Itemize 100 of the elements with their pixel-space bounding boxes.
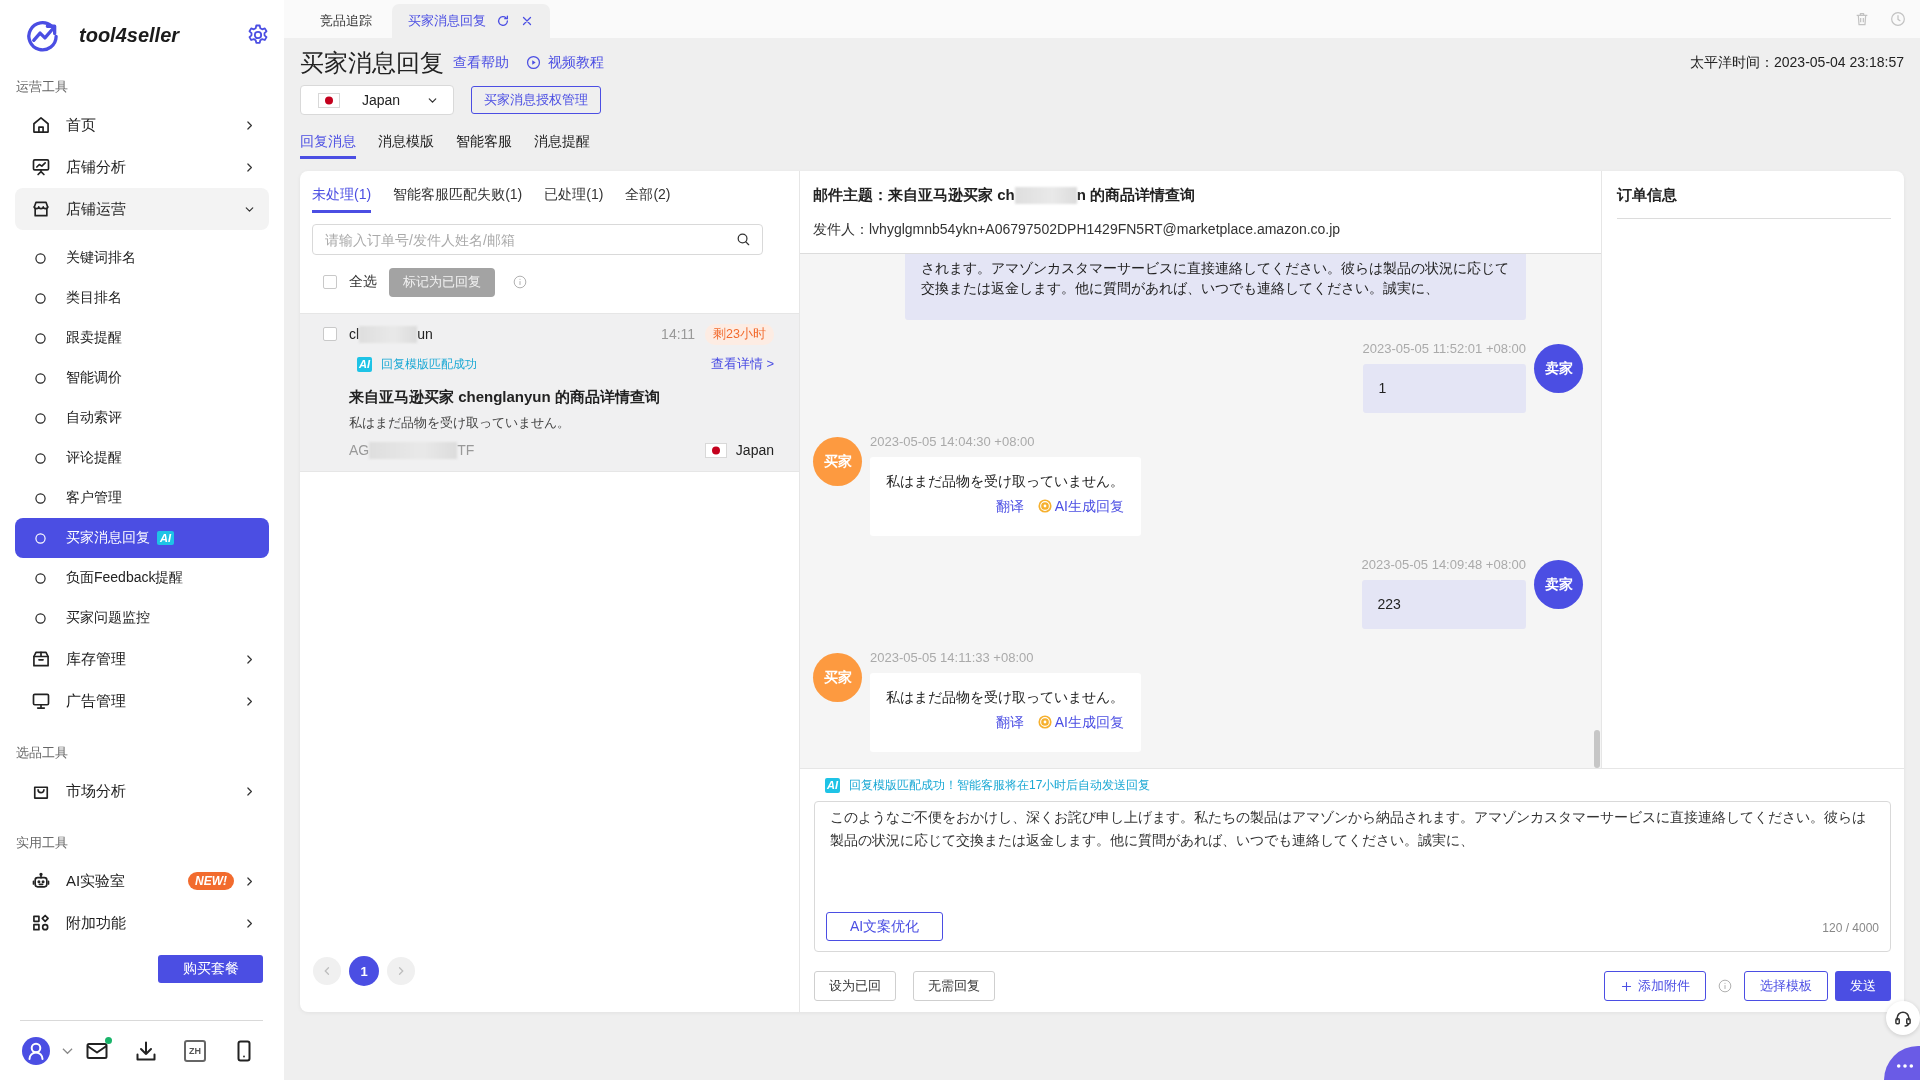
nav-subitem[interactable]: 买家消息回复 AI	[15, 518, 269, 558]
language-button[interactable]: ZH	[184, 1040, 206, 1062]
circle-bullet-icon	[35, 572, 46, 584]
tab[interactable]: 已处理(1)	[544, 179, 604, 213]
shapes-icon	[31, 913, 51, 933]
new-badge: NEW!	[188, 872, 234, 890]
tab[interactable]: 未处理(1)	[312, 179, 372, 213]
match-status: 回复模版匹配成功	[381, 355, 478, 373]
buyer-avatar: 买家	[813, 653, 862, 702]
message-list-item[interactable]: cl un 14:11 剩23小时 AI 回复模版匹配成功 查看详情 > 来自亚马逊买家 chenglanyun 的商品详情查询 私はまだ品物を受け取っていません。 AG TF Japan	[300, 314, 799, 472]
presentation-chart-icon	[31, 157, 51, 177]
store-icon	[31, 199, 51, 219]
send-button[interactable]: 发送	[1835, 971, 1891, 1001]
play-icon	[526, 55, 541, 70]
nav-subitem[interactable]: 自动索评	[15, 398, 269, 438]
tab[interactable]: 消息提醒	[534, 127, 590, 159]
nav-subitem[interactable]: 智能调价	[15, 358, 269, 398]
nav-item[interactable]: 店铺分析	[15, 146, 269, 188]
message-text: 私はまだ品物を受け取っていません。	[886, 472, 1124, 491]
country-select[interactable]: Japan	[300, 85, 454, 115]
user-avatar-icon[interactable]	[22, 1037, 50, 1065]
message-time: 2023-05-05 11:52:01 +08:00	[1362, 340, 1526, 358]
tab[interactable]: 智能客服	[456, 127, 512, 159]
page-number-button[interactable]: 1	[349, 956, 379, 986]
message-time: 2023-05-05 14:11:33 +08:00	[870, 649, 1034, 667]
choose-template-button[interactable]: 选择模板	[1744, 971, 1828, 1001]
message-time: 2023-05-05 14:04:30 +08:00	[870, 433, 1035, 451]
circle-bullet-icon	[35, 452, 46, 464]
checkbox[interactable]	[323, 275, 337, 289]
buyer-avatar: 买家	[813, 437, 862, 486]
ai-reply-link[interactable]: AI生成回复	[1037, 712, 1124, 732]
video-tutorial-link[interactable]: 视频教程	[526, 53, 604, 72]
close-icon[interactable]	[520, 14, 534, 28]
nav-item[interactable]: 库存管理	[15, 638, 269, 680]
reply-text-field[interactable]: このようなご不便をおかけし、深くお詫び申し上げます。私たちの製品はアマゾンから納品されます。アマゾンカスタマーサービスに直接連絡してください。彼らは製品の状況に応じて交換または返金します。他に質問があれば、いつでも連絡してください。誠実に、	[830, 806, 1875, 912]
search-icon[interactable]	[736, 232, 751, 247]
support-button[interactable]	[1886, 1001, 1920, 1035]
page-tab[interactable]: 竞品追踪	[304, 4, 388, 38]
ai-badge: AI	[357, 356, 372, 372]
nav-item[interactable]: 首页	[15, 104, 269, 146]
add-attachment-button[interactable]: 添加附件	[1604, 971, 1706, 1001]
message-subject: 来自亚马逊买家 chenglanyun 的商品详情查询	[348, 386, 661, 407]
coin-icon	[1037, 499, 1052, 513]
auth-management-button[interactable]: 买家消息授权管理	[471, 86, 601, 114]
order-number: AG TF	[349, 441, 476, 459]
scrollbar-thumb[interactable]	[1594, 730, 1600, 768]
nav-subitem[interactable]: 客户管理	[15, 478, 269, 518]
monitor-icon	[31, 691, 51, 711]
message-bubble: 1	[1362, 364, 1526, 413]
message-text: 私はまだ品物を受け取っていません。	[886, 688, 1124, 707]
download-icon[interactable]	[134, 1039, 158, 1063]
tab[interactable]: 智能客服匹配失败(1)	[393, 179, 523, 213]
plus-icon	[1620, 979, 1633, 993]
circle-bullet-icon	[35, 252, 46, 264]
tab[interactable]: 消息模版	[378, 127, 434, 159]
settings-icon[interactable]	[246, 23, 270, 47]
nav-subitem[interactable]: 类目排名	[15, 278, 269, 318]
checkbox[interactable]	[323, 327, 337, 341]
nav-subitem[interactable]: 跟卖提醒	[15, 318, 269, 358]
refresh-icon[interactable]	[496, 14, 510, 28]
tab[interactable]: 全部(2)	[625, 179, 671, 213]
caret-down-icon[interactable]	[62, 1047, 73, 1055]
nav-subitem[interactable]: 评论提醒	[15, 438, 269, 478]
circle-bullet-icon	[35, 372, 46, 384]
ai-badge: AI	[825, 777, 840, 793]
japan-flag-icon	[318, 92, 340, 108]
coin-icon	[1037, 715, 1052, 729]
box-icon	[31, 649, 51, 669]
nav-item[interactable]: 市场分析	[15, 770, 269, 812]
ai-optimize-button[interactable]: AI文案优化	[826, 912, 943, 941]
nav-item[interactable]: AI实验室 NEW!	[15, 860, 269, 902]
nav-subitem[interactable]: 买家问题监控	[15, 598, 269, 638]
chat-button[interactable]	[1884, 1046, 1920, 1080]
ai-reply-link[interactable]: AI生成回复	[1037, 496, 1124, 516]
circle-bullet-icon	[35, 292, 46, 304]
translate-link[interactable]: 翻译	[995, 496, 1024, 516]
auto-reply-notice: 回复模版匹配成功！智能客服将在17小时后自动发送回复	[849, 776, 1151, 794]
translate-link[interactable]: 翻译	[995, 712, 1024, 732]
pacific-time: 太平洋时间：2023-05-04 23:18:57	[1690, 53, 1904, 72]
search-field[interactable]: 请输入订单号/发件人姓名/邮箱	[312, 224, 763, 255]
page-title: 买家消息回复	[300, 47, 444, 78]
reply-action-button[interactable]: 无需回复	[913, 971, 995, 1001]
view-details-link[interactable]: 查看详情 >	[710, 355, 774, 373]
message-time: 2023-05-05 14:09:48 +08:00	[1361, 556, 1526, 574]
nav-subitem[interactable]: 关键词排名	[15, 238, 269, 278]
nav-item[interactable]: 广告管理	[15, 680, 269, 722]
deadline-badge: 剩23小时	[705, 323, 774, 345]
buy-plan-button[interactable]: 购买套餐	[158, 955, 263, 983]
reply-action-button[interactable]: 设为已回	[814, 971, 896, 1001]
message-bubble: されます。アマゾンカスタマーサービスに直接連絡してください。彼らは製品の状況に応じて交換または返金します。他に質問があれば、いつでも連絡してください。誠実に、	[905, 254, 1526, 320]
nav-subitem[interactable]: 负面Feedback提醒	[15, 558, 269, 598]
nav-item[interactable]: 附加功能	[15, 902, 269, 944]
message-preview: 私はまだ品物を受け取っていません。	[348, 414, 571, 432]
help-link[interactable]: 查看帮助	[453, 53, 509, 72]
ai-badge: AI	[157, 531, 174, 545]
nav-item[interactable]: 店铺运营	[15, 188, 269, 230]
page-tab[interactable]: 买家消息回复	[392, 4, 550, 38]
message-bubble: 223	[1361, 580, 1526, 629]
tab[interactable]: 回复消息	[300, 127, 356, 159]
country-name: Japan	[735, 442, 774, 458]
